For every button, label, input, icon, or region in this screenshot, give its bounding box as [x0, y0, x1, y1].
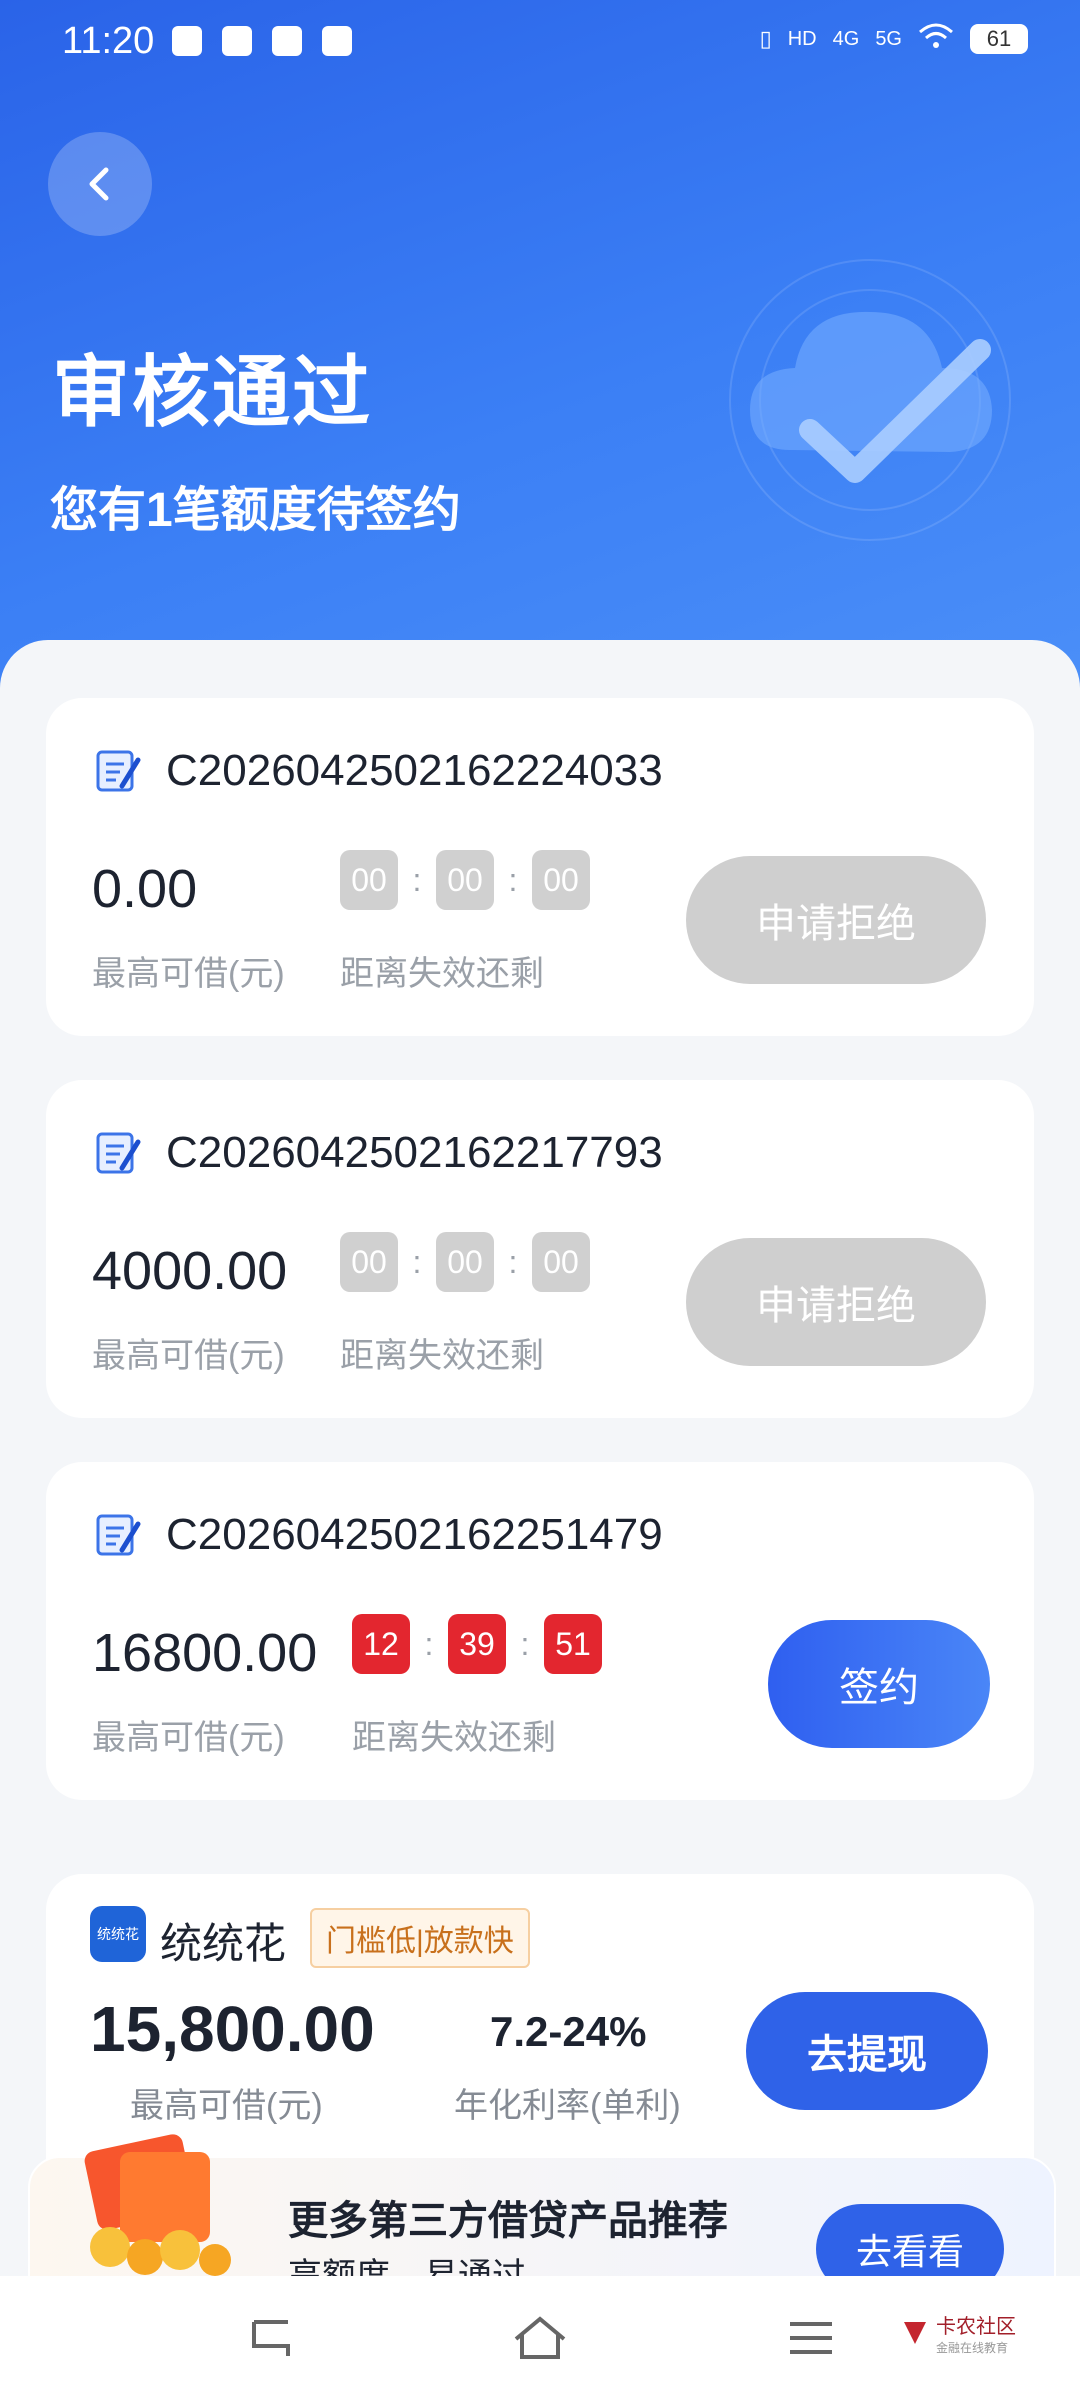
countdown-timer: 12 : 39 : 51 — [352, 1614, 602, 1674]
document-icon — [96, 1132, 141, 1174]
page-subtitle: 您有1笔额度待签约 — [50, 484, 461, 537]
amount-label: 最高可借(元) — [92, 1719, 285, 1757]
product-amount-label: 最高可借(元) — [130, 2087, 323, 2125]
contract-card: C2026042502162224033 0.00 最高可借(元) 00 : 0… — [46, 698, 1034, 1036]
nav-menu-button[interactable] — [776, 2306, 846, 2370]
amount-label: 最高可借(元) — [92, 955, 285, 993]
timer-label: 距离失效还剩 — [340, 955, 544, 993]
loan-amount: 0.00 — [92, 859, 198, 919]
product-name: 统统花 — [160, 1920, 287, 1967]
vibrate-icon: ▯ — [759, 26, 772, 51]
loan-amount: 16800.00 — [92, 1623, 318, 1683]
menu-icon — [790, 2322, 832, 2354]
status-app-icons — [172, 26, 352, 56]
interest-rate-label: 年化利率(单利) — [454, 2087, 681, 2125]
timer-hours: 00 — [340, 850, 398, 910]
back-arrow-icon — [252, 2320, 290, 2356]
page-title: 审核通过 — [52, 348, 373, 436]
countdown-timer: 00 : 00 : 00 — [340, 1232, 590, 1292]
network-4g: 4G — [832, 27, 860, 50]
amount-label: 最高可借(元) — [92, 1337, 285, 1375]
watermark-name: 卡农社区 — [936, 2316, 1016, 2338]
countdown-timer: 00 : 00 : 00 — [340, 850, 590, 910]
timer-hours: 12 — [352, 1614, 410, 1674]
timer-hours: 00 — [340, 1232, 398, 1292]
watermark-sub: 金融在线教育 — [936, 2341, 1009, 2355]
timer-label: 距离失效还剩 — [340, 1337, 544, 1375]
reject-button[interactable]: 申请拒绝 — [686, 856, 986, 984]
red-envelope-icon — [84, 2134, 231, 2276]
banner-title: 更多第三方借贷产品推荐 — [288, 2199, 728, 2243]
sign-button[interactable]: 签约 — [768, 1620, 990, 1748]
product-tag: 门槛低|放款快 — [310, 1908, 530, 1968]
status-time: 11:20 — [62, 20, 155, 62]
approved-check-illustration — [729, 259, 1011, 541]
home-icon — [514, 2316, 566, 2359]
recommendation-banner[interactable]: 更多第三方借贷产品推荐 高额度，易通过 去看看 — [28, 2134, 1056, 2294]
withdraw-button[interactable]: 去提现 — [746, 1992, 988, 2110]
header-banner: 11:20 ▯ HD 4G 5G 61 审核通过 您有1笔额度待签约 — [0, 0, 1080, 700]
notification-icon — [172, 26, 202, 56]
product-card[interactable]: 统统花 统统花 门槛低|放款快 15,800.00 最高可借(元) 7.2-24… — [46, 1874, 1034, 2164]
reject-button[interactable]: 申请拒绝 — [686, 1238, 986, 1366]
contract-card: C2026042502162251479 16800.00 最高可借(元) 12… — [46, 1462, 1034, 1800]
battery-level: 61 — [970, 24, 1028, 54]
timer-seconds: 00 — [532, 850, 590, 910]
notification-icon — [222, 26, 252, 56]
tiktok-icon — [322, 26, 352, 56]
notification-icon — [272, 26, 302, 56]
contract-number: C2026042502162224033 — [166, 746, 663, 795]
watermark: 卡农社区 金融在线教育 — [900, 2310, 1016, 2356]
watermark-logo-icon — [904, 2322, 926, 2344]
product-amount: 15,800.00 — [90, 1993, 375, 2065]
document-icon — [96, 1514, 141, 1556]
back-button[interactable] — [48, 132, 152, 236]
hd-indicator: HD — [787, 27, 817, 50]
system-nav-bar: 卡农社区 金融在线教育 — [0, 2276, 1080, 2400]
status-indicators: ▯ HD 4G 5G 61 — [760, 22, 1028, 56]
product-logo: 统统花 — [90, 1906, 146, 1962]
timer-label: 距离失效还剩 — [352, 1719, 556, 1757]
loan-amount: 4000.00 — [92, 1241, 288, 1301]
interest-rate: 7.2-24% — [490, 2008, 647, 2055]
document-icon — [96, 750, 141, 792]
nav-home-button[interactable] — [505, 2306, 575, 2370]
timer-minutes: 00 — [436, 1232, 494, 1292]
timer-seconds: 00 — [532, 1232, 590, 1292]
wifi-icon — [918, 22, 954, 56]
timer-minutes: 39 — [448, 1614, 506, 1674]
contract-number: C2026042502162217793 — [166, 1128, 663, 1177]
nav-back-button[interactable] — [236, 2306, 306, 2370]
timer-seconds: 51 — [544, 1614, 602, 1674]
network-5g: 5G — [875, 27, 902, 50]
timer-minutes: 00 — [436, 850, 494, 910]
banner-subtitle: 高额度，易通过 — [288, 2257, 526, 2278]
contract-card: C2026042502162217793 4000.00 最高可借(元) 00 … — [46, 1080, 1034, 1418]
status-bar: 11:20 ▯ HD 4G 5G 61 — [0, 0, 1080, 80]
chevron-left-icon — [89, 167, 109, 201]
contract-number: C2026042502162251479 — [166, 1510, 663, 1559]
